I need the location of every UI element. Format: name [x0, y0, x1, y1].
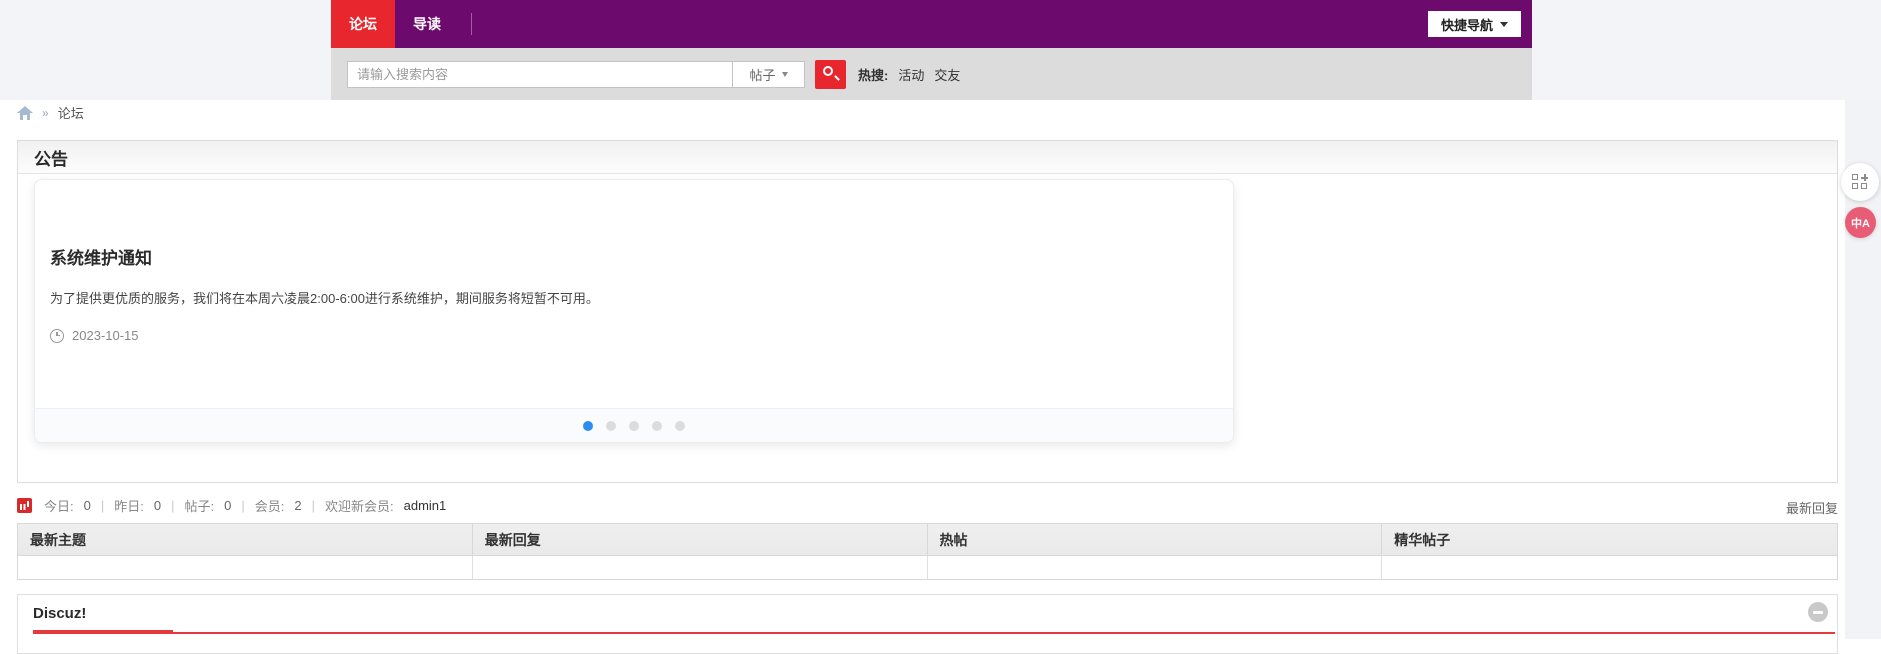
- discuz-category-panel: Discuz!: [17, 594, 1838, 654]
- breadcrumb-current[interactable]: 论坛: [58, 103, 84, 122]
- table-header-latest-replies: 最新回复: [473, 524, 928, 556]
- announcement-panel-header: 公告: [18, 141, 1837, 174]
- announcement-date-row: 2023-10-15: [50, 328, 1209, 343]
- table-cell: [928, 556, 1383, 579]
- stat-separator: |: [101, 498, 104, 513]
- stat-label: 会员:: [255, 496, 285, 515]
- latest-reply-link[interactable]: 最新回复: [1786, 498, 1838, 517]
- nav-separator: [471, 13, 472, 35]
- stat-value: 0: [84, 498, 91, 513]
- chevron-down-icon: [1500, 22, 1508, 27]
- home-icon[interactable]: [17, 106, 33, 120]
- stat-label: 欢迎新会员:: [325, 496, 394, 515]
- carousel-dot[interactable]: [675, 421, 685, 431]
- table-header-latest-topics: 最新主题: [18, 524, 473, 556]
- announcement-title: 系统维护通知: [50, 244, 1209, 269]
- carousel-dot[interactable]: [629, 421, 639, 431]
- category-underline-accent: [33, 630, 173, 634]
- carousel-dot[interactable]: [583, 421, 593, 431]
- table-header-digest-posts: 精华帖子: [1382, 524, 1837, 556]
- breadcrumb-separator: »: [42, 106, 49, 120]
- translate-button[interactable]: 中A: [1845, 207, 1876, 238]
- translate-icon: 中A: [1851, 215, 1870, 231]
- table-cell: [473, 556, 928, 579]
- breadcrumb: » 论坛: [17, 103, 84, 122]
- stat-separator: |: [171, 498, 174, 513]
- table-cell: [18, 556, 473, 579]
- announcement-date: 2023-10-15: [72, 328, 139, 343]
- announcement-text: 为了提供更优质的服务，我们将在本周六凌晨2:00-6:00进行系统维护，期间服务…: [50, 288, 1209, 307]
- search-section: 帖子 热搜: 活动 交友: [331, 48, 1532, 100]
- collapse-icon[interactable]: [1808, 602, 1828, 622]
- stat-label: 昨日:: [114, 496, 144, 515]
- category-underline: [33, 629, 1835, 634]
- search-type-dropdown[interactable]: 帖子: [733, 61, 805, 88]
- table-cell: [1382, 556, 1837, 579]
- nav-tab-forum[interactable]: 论坛: [331, 0, 395, 48]
- announcement-card-body: 系统维护通知 为了提供更优质的服务，我们将在本周六凌晨2:00-6:00进行系统…: [35, 180, 1233, 343]
- carousel-dot[interactable]: [606, 421, 616, 431]
- announcement-panel-title: 公告: [34, 145, 68, 170]
- newest-member-link[interactable]: admin1: [404, 498, 447, 513]
- stat-value: 0: [154, 498, 161, 513]
- stat-label: 今日:: [44, 496, 74, 515]
- grid-plus-icon: [1852, 174, 1868, 190]
- quick-nav-label: 快捷导航: [1441, 15, 1493, 34]
- announcement-card[interactable]: 系统维护通知 为了提供更优质的服务，我们将在本周六凌晨2:00-6:00进行系统…: [34, 179, 1234, 443]
- extension-widget-button[interactable]: [1841, 163, 1879, 201]
- carousel-dots: [35, 408, 1233, 442]
- hot-search-label: 热搜:: [858, 65, 888, 84]
- search-type-label: 帖子: [749, 65, 775, 84]
- nav-tab-guide[interactable]: 导读: [395, 0, 459, 48]
- discuz-category-title: Discuz!: [33, 605, 1837, 622]
- stat-value: 2: [294, 498, 301, 513]
- forum-summary-table: 最新主题 最新回复 热帖 精华帖子: [17, 523, 1838, 580]
- announcement-panel: 公告 系统维护通知 为了提供更优质的服务，我们将在本周六凌晨2:00-6:00进…: [17, 140, 1838, 483]
- carousel-dot[interactable]: [652, 421, 662, 431]
- stat-label: 帖子:: [185, 496, 215, 515]
- main-navbar: 论坛 导读 快捷导航: [331, 0, 1532, 48]
- clock-icon: [50, 329, 64, 343]
- hot-search-link-friends[interactable]: 交友: [934, 65, 960, 84]
- bar-chart-icon: [17, 498, 32, 513]
- table-body-row: [18, 556, 1837, 579]
- stat-separator: |: [241, 498, 244, 513]
- table-header-hot-posts: 热帖: [928, 524, 1383, 556]
- search-input[interactable]: [347, 61, 733, 88]
- search-icon: [823, 66, 833, 76]
- forum-stats-bar: 今日: 0 | 昨日: 0 | 帖子: 0 | 会员: 2 | 欢迎新会员: a…: [17, 494, 446, 516]
- hot-search-link-activity[interactable]: 活动: [898, 65, 924, 84]
- search-button[interactable]: [815, 60, 846, 89]
- chevron-down-icon: [782, 72, 788, 77]
- quick-nav-button[interactable]: 快捷导航: [1428, 11, 1521, 37]
- table-header-row: 最新主题 最新回复 热帖 精华帖子: [18, 524, 1837, 556]
- stat-separator: |: [312, 498, 315, 513]
- stat-value: 0: [224, 498, 231, 513]
- hot-search: 热搜: 活动 交友: [858, 65, 960, 84]
